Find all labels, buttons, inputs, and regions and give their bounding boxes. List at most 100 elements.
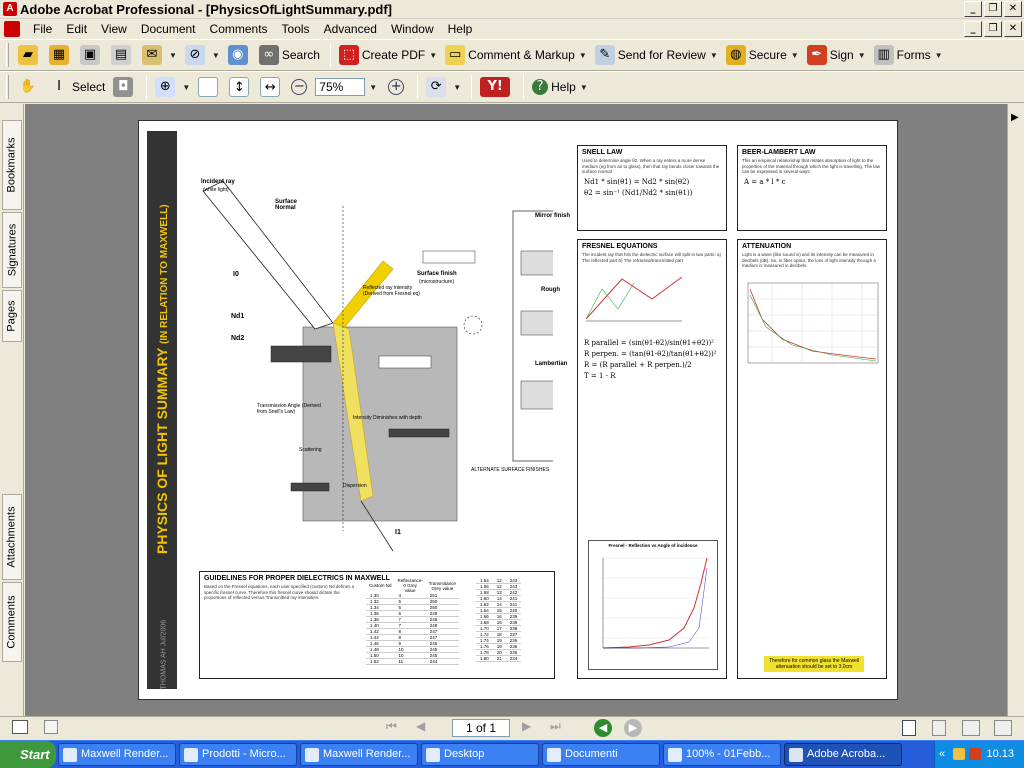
forward-view-button[interactable]: ▶ <box>624 719 642 737</box>
comment-markup-button[interactable]: ▭ Comment & Markup ▼ <box>442 42 590 68</box>
back-view-button[interactable]: ◀ <box>594 719 612 737</box>
tray-volume-icon[interactable] <box>969 748 981 760</box>
open-button[interactable]: ▰ <box>15 42 44 68</box>
select-tool-button[interactable]: I Select <box>46 74 108 100</box>
zoom-tool-button[interactable]: ⊕ ▼ <box>152 74 193 100</box>
menu-file[interactable]: File <box>26 21 59 37</box>
document-footer: THOMAS AH Jul/2006 <box>160 619 168 690</box>
menu-comments[interactable]: Comments <box>203 21 275 37</box>
print-button[interactable]: ▤ <box>108 42 137 68</box>
menu-advanced[interactable]: Advanced <box>317 21 384 37</box>
send-review-button[interactable]: ✎ Send for Review ▼ <box>592 42 721 68</box>
menu-edit[interactable]: Edit <box>59 21 94 37</box>
task-documenti[interactable]: Documenti <box>542 743 660 766</box>
next-page-button[interactable]: ▶ <box>522 719 531 733</box>
task-desktop[interactable]: Desktop <box>421 743 539 766</box>
menu-document[interactable]: Document <box>134 21 203 37</box>
lock-icon: ◍ <box>725 45 746 65</box>
table-cell: 21 <box>492 655 506 662</box>
single-page-layout-icon[interactable] <box>902 720 916 736</box>
help-button[interactable]: ? Help ▼ <box>529 74 591 100</box>
first-page-button[interactable]: ⏮ <box>386 719 397 734</box>
task-maxwell-2[interactable]: Maxwell Render... <box>300 743 418 766</box>
menu-view[interactable]: View <box>94 21 134 37</box>
menu-help[interactable]: Help <box>441 21 480 37</box>
task-label: Documenti <box>565 748 618 760</box>
rotate-button[interactable]: ⟳ ▼ <box>423 74 464 100</box>
secure-button[interactable]: ◍ Secure ▼ <box>723 42 802 68</box>
sign-button[interactable]: ✒ Sign ▼ <box>804 42 869 68</box>
attach-button[interactable]: ⊘ ▼ <box>182 42 223 68</box>
close-button[interactable]: ✕ <box>1004 1 1022 17</box>
scroll-right-arrow-icon[interactable]: ▶ <box>1011 112 1019 123</box>
diagram-label-surface-normal: Surface Normal <box>275 199 298 211</box>
page-display-icon[interactable] <box>44 720 58 734</box>
tray-expand-button[interactable]: « <box>939 741 945 768</box>
diagram-label-surface-finish: Surface finish <box>417 271 457 277</box>
dropdown-arrow-icon: ▼ <box>453 82 462 92</box>
task-prodotti[interactable]: Prodotti - Micro... <box>179 743 297 766</box>
menu-tools[interactable]: Tools <box>275 21 317 37</box>
document-icon[interactable] <box>4 21 20 37</box>
search-button[interactable]: ∞ Search <box>256 42 323 68</box>
title-bar: A Adobe Acrobat Professional - [PhysicsO… <box>0 0 1024 19</box>
comment-icon: ▭ <box>445 45 466 65</box>
doc-restore-button[interactable]: ❐ <box>984 21 1002 37</box>
continuous-layout-icon[interactable] <box>932 720 946 736</box>
forms-button[interactable]: ▥ Forms ▼ <box>871 42 946 68</box>
minimize-button[interactable]: _ <box>964 1 982 17</box>
start-button[interactable]: Start <box>0 741 56 768</box>
task-01febb[interactable]: 100% - 01Febb... <box>663 743 781 766</box>
plus-circle-icon: + <box>388 79 405 95</box>
restore-button[interactable]: ❐ <box>984 1 1002 17</box>
document-viewport[interactable]: PHYSICS OF LIGHT SUMMARY (IN RELATION TO… <box>25 104 1007 716</box>
view-mode-icon[interactable] <box>12 720 28 734</box>
fit-page-button[interactable]: ↕ <box>226 74 255 100</box>
dielectric-table-2: 1.54 12 243 1.56 12 243 1.58 13 242 1.60 14 241 1.62… <box>476 578 522 662</box>
task-acrobat[interactable]: Adobe Acroba... <box>784 743 902 766</box>
hand-tool-button[interactable]: ✋ <box>15 74 44 100</box>
vertical-scrollbar[interactable]: ▶ <box>1007 104 1024 716</box>
snell-equation-1: Nd1 * sin(θ1) = Nd2 * sin(θ2) <box>584 177 690 186</box>
taskbar-tasks: Maxwell Render... Prodotti - Micro... Ma… <box>58 743 902 766</box>
last-page-button[interactable]: ⏭ <box>550 719 561 734</box>
create-pdf-button[interactable]: ⬚ Create PDF ▼ <box>336 42 440 68</box>
fit-height-icon: ↕ <box>229 77 250 97</box>
acrobat-app-icon[interactable]: A <box>3 2 17 16</box>
tab-comments[interactable]: Comments <box>2 582 22 662</box>
diagram-label-mirror: Mirror finish <box>535 213 571 219</box>
zoom-in-button[interactable]: + <box>385 74 410 100</box>
continuous-facing-layout-icon[interactable] <box>994 720 1012 736</box>
task-maxwell-1[interactable]: Maxwell Render... <box>58 743 176 766</box>
previous-page-button[interactable]: ◀ <box>416 719 425 733</box>
tab-signatures[interactable]: Signatures <box>2 212 22 288</box>
doc-minimize-button[interactable]: _ <box>964 21 982 37</box>
page-number-input[interactable]: 1 of 1 <box>452 719 510 737</box>
web-button[interactable]: ◉ <box>225 42 254 68</box>
tab-attachments[interactable]: Attachments <box>2 494 22 580</box>
dropdown-arrow-icon: ▼ <box>429 50 438 60</box>
tab-bookmarks[interactable]: Bookmarks <box>2 120 22 210</box>
fit-width-button[interactable]: ↔ <box>257 74 286 100</box>
doc-close-button[interactable]: ✕ <box>1004 21 1022 37</box>
task-label: Maxwell Render... <box>81 748 169 760</box>
organizer-button[interactable]: ▦ <box>46 42 75 68</box>
yahoo-button[interactable]: Y! <box>477 74 516 100</box>
tray-app-icon[interactable] <box>953 748 965 760</box>
menu-window[interactable]: Window <box>384 21 441 37</box>
zoom-out-button[interactable]: − <box>288 74 313 100</box>
table-header-transmittance: Transmitance Grey value <box>428 580 456 591</box>
actual-size-button[interactable] <box>195 74 224 100</box>
save-button[interactable]: ▣ <box>77 42 106 68</box>
toolbar-grip[interactable] <box>6 43 9 67</box>
diagram-label-nd2: Nd2 <box>231 335 245 342</box>
zoom-input[interactable] <box>315 78 366 96</box>
toolbar-grip[interactable] <box>6 75 9 99</box>
zoom-dropdown-arrow-icon[interactable]: ▼ <box>369 83 377 92</box>
table-row: 1.66 16 239 <box>476 613 522 620</box>
email-button[interactable]: ✉ ▼ <box>139 42 180 68</box>
facing-layout-icon[interactable] <box>962 720 980 736</box>
snapshot-button[interactable]: ◘ <box>110 74 139 100</box>
tab-pages[interactable]: Pages <box>2 290 22 342</box>
dropdown-arrow-icon: ▼ <box>578 50 587 60</box>
